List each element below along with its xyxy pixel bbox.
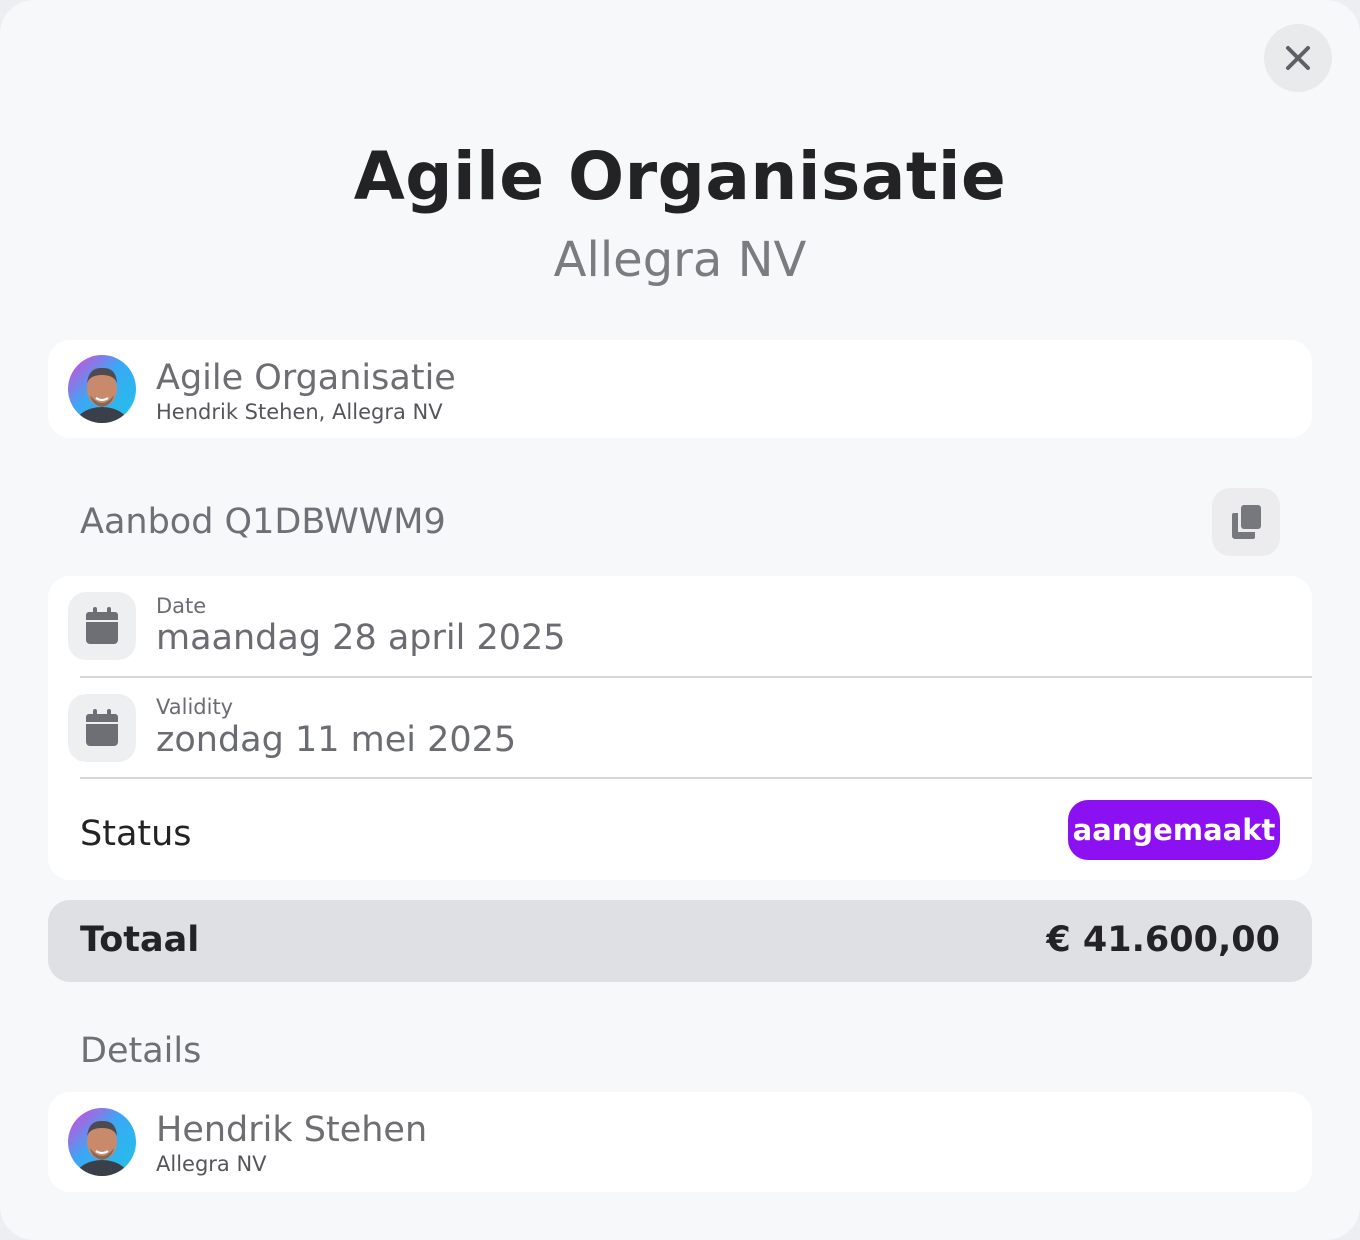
- validity-label: Validity: [156, 695, 234, 719]
- total-label: Totaal: [80, 920, 200, 960]
- total-value: € 41.600,00: [1046, 920, 1280, 960]
- close-button[interactable]: [1264, 24, 1332, 92]
- total-bar: Totaal € 41.600,00: [48, 900, 1312, 982]
- status-label: Status: [80, 814, 192, 854]
- status-badge: aangemaakt: [1068, 800, 1280, 860]
- validity-value: zondag 11 mei 2025: [156, 720, 517, 760]
- details-person-subtitle: Allegra NV: [156, 1152, 267, 1176]
- offer-modal: Agile Organisatie Allegra NV Agile Organ…: [0, 0, 1360, 1240]
- divider: [80, 777, 1312, 779]
- details-person-card[interactable]: Hendrik Stehen Allegra NV: [48, 1092, 1312, 1192]
- close-icon: [1286, 46, 1310, 70]
- page-subtitle: Allegra NV: [553, 232, 807, 288]
- validity-field-icon-wrap: [68, 694, 136, 762]
- date-label: Date: [156, 594, 207, 618]
- page-title: Agile Organisatie: [353, 138, 1007, 215]
- calendar-icon: [86, 709, 118, 746]
- date-field-icon-wrap: [68, 592, 136, 660]
- offer-info-card: Date maandag 28 april 2025 Validity zond…: [48, 576, 1312, 880]
- avatar: [68, 1108, 136, 1176]
- offer-title: Aanbod Q1DBWWM9: [80, 502, 446, 542]
- contact-subtitle: Hendrik Stehen, Allegra NV: [156, 400, 443, 424]
- details-person-name: Hendrik Stehen: [156, 1110, 428, 1150]
- calendar-icon: [86, 607, 118, 644]
- date-value: maandag 28 april 2025: [156, 618, 566, 658]
- avatar: [68, 355, 136, 423]
- details-title: Details: [80, 1031, 202, 1071]
- copy-button[interactable]: [1212, 488, 1280, 556]
- copy-icon: [1231, 505, 1261, 539]
- contact-card[interactable]: Agile Organisatie Hendrik Stehen, Allegr…: [48, 340, 1312, 438]
- divider: [80, 676, 1312, 678]
- contact-name: Agile Organisatie: [156, 358, 456, 398]
